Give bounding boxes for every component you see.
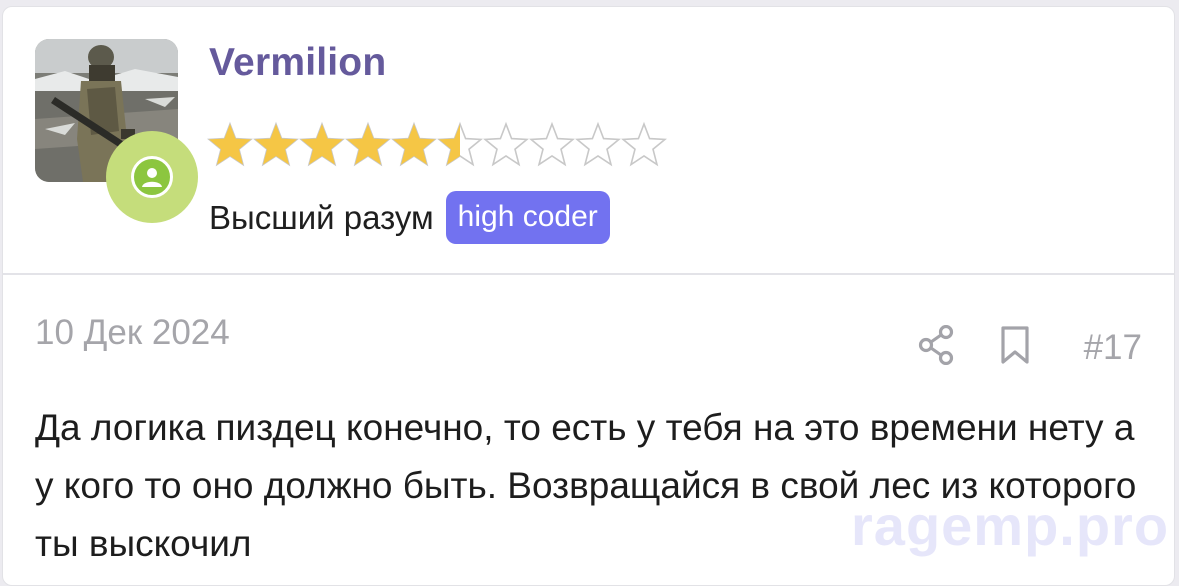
online-indicator [106,131,198,223]
star-icon [529,119,575,171]
star-icon [253,119,299,171]
star-icon [207,119,253,171]
star-icon [575,119,621,171]
rank-title: Высший разум [209,198,434,236]
user-icon [142,168,162,187]
post-date[interactable]: 10 Дек 2024 [35,313,230,353]
star-icon [621,119,667,171]
star-icon [437,119,483,171]
star-icon [391,119,437,171]
star-icon [345,119,391,171]
post-card: Vermilion Высший разум high coder 10 Дек… [2,6,1175,586]
rating-stars [207,119,667,171]
user-badge: high coder [445,191,610,244]
user-rank: Высший разум high coder [209,191,610,244]
star-icon [483,119,529,171]
star-icon [299,119,345,171]
post-number[interactable]: #17 [1084,328,1142,368]
watermark: ragemp.pro [851,494,1170,557]
username[interactable]: Vermilion [209,41,386,85]
post-header: Vermilion Высший разум high coder [3,7,1174,275]
share-icon[interactable] [918,324,954,370]
bookmark-icon[interactable] [1000,326,1030,369]
post-actions: #17 [918,324,1142,370]
